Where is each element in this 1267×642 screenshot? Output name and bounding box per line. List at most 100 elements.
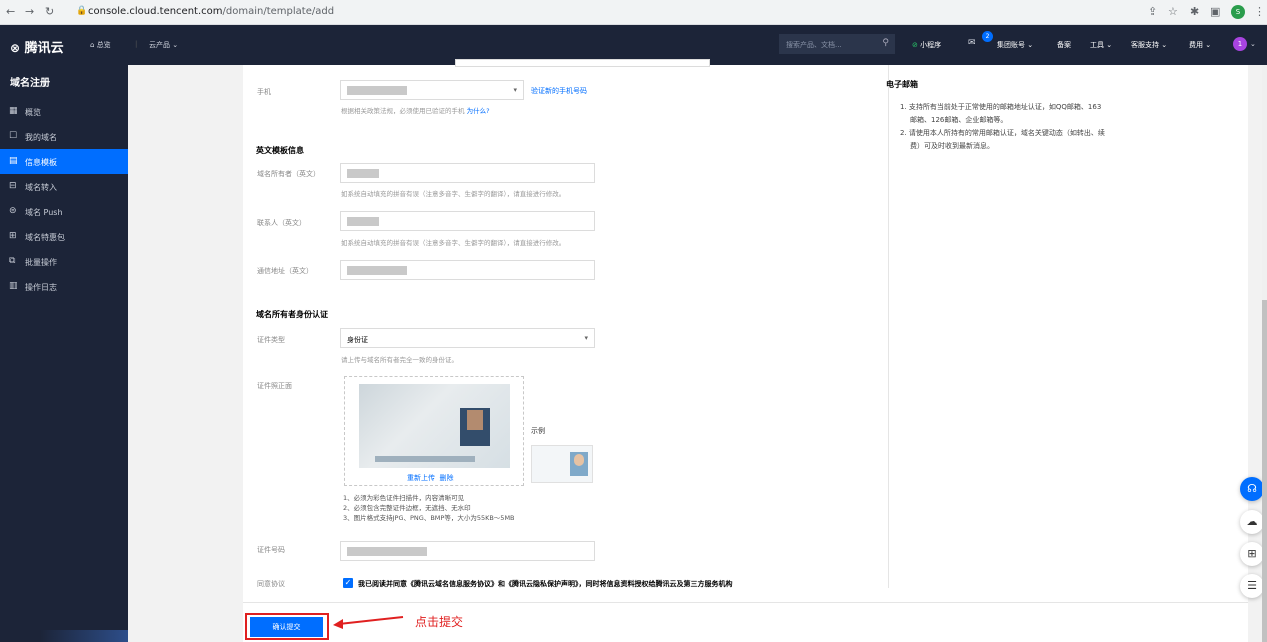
id-face-redacted: [467, 410, 483, 430]
scrollbar-thumb[interactable]: [1262, 300, 1267, 642]
user-avatar[interactable]: 1: [1233, 37, 1247, 51]
sidebar-item-logs[interactable]: ▥ 操作日志: [0, 274, 128, 299]
transfer-icon: ⊟: [9, 181, 17, 191]
cert-type-hint: 请上传与域名所有者完全一致的身份证。: [341, 356, 458, 364]
reupload-link[interactable]: 重新上传: [407, 474, 435, 482]
search-box[interactable]: 搜索产品、文档... ⚲: [779, 34, 895, 54]
home-icon: ⌂: [90, 41, 95, 49]
back-icon[interactable]: ←: [6, 5, 15, 18]
gift-icon: ⊞: [9, 231, 17, 241]
example-label: 示例: [531, 427, 545, 435]
sidebar-item-special-package[interactable]: ⊞ 域名特惠包: [0, 224, 128, 249]
id-card-image: [359, 384, 510, 468]
contact-en-input[interactable]: [340, 211, 595, 231]
contact-en-label: 联系人（英文）: [257, 219, 306, 227]
owner-en-input[interactable]: [340, 163, 595, 183]
share-icon[interactable]: ⇪: [1148, 5, 1157, 18]
tools-menu[interactable]: 工具 ⌄: [1090, 40, 1112, 50]
sidebar-item-overview[interactable]: ▦ 概览: [0, 99, 128, 124]
chevron-down-icon[interactable]: ⌄: [1250, 40, 1256, 48]
tencent-cloud-logo[interactable]: ⊗ 腾讯云: [10, 37, 64, 56]
customer-service-icon[interactable]: ☊: [1240, 477, 1264, 501]
sidebar-item-batch[interactable]: ⧉ 批量操作: [0, 249, 128, 274]
sidebar-item-info-template[interactable]: ▤ 信息模板: [0, 149, 128, 174]
lock-icon: 🔒: [76, 6, 88, 16]
verify-new-phone-link[interactable]: 验证新的手机号码: [531, 86, 587, 96]
mini-program-link[interactable]: ⊘ 小程序: [912, 40, 941, 50]
filing-link[interactable]: 备案: [1057, 40, 1071, 50]
sidepanel-icon[interactable]: ▣: [1210, 5, 1220, 18]
sidebar-item-push[interactable]: ⊜ 域名 Push: [0, 199, 128, 224]
cert-type-select[interactable]: 身份证 ▾: [340, 328, 595, 348]
example-id-card[interactable]: [531, 445, 593, 483]
billing-menu[interactable]: 费用 ⌄: [1189, 40, 1211, 50]
sidebar-footer-decoration: [40, 630, 128, 642]
owner-en-label: 域名所有者（英文）: [257, 170, 320, 178]
caret-down-icon: ▾: [513, 86, 517, 94]
annotation-arrow-icon: [333, 616, 404, 629]
main-content: 手机 ▾ 验证新的手机号码 根据相关政策法规，必须使用已验证的手机 为什么? 英…: [128, 59, 1267, 642]
list-icon[interactable]: ☰: [1240, 574, 1264, 598]
grid-icon: ▦: [9, 106, 18, 116]
support-menu[interactable]: 客服支持 ⌄: [1131, 40, 1167, 50]
reload-icon[interactable]: ↻: [45, 5, 54, 18]
form-card: 手机 ▾ 验证新的手机号码 根据相关政策法规，必须使用已验证的手机 为什么? 英…: [243, 59, 1248, 642]
why-link[interactable]: 为什么?: [467, 107, 490, 115]
owner-en-value-redacted: [347, 169, 379, 178]
sidebar-item-transfer-in[interactable]: ⊟ 域名转入: [0, 174, 128, 199]
sidebar-title: 域名注册: [10, 78, 50, 89]
sidebar: 域名注册 ▦ 概览 ☐ 我的域名 ▤ 信息模板 ⊟ 域名转入 ⊜ 域名 Push ⊞ 域名特…: [0, 65, 128, 642]
identity-section-title: 域名所有者身份认证: [256, 310, 328, 319]
cert-number-redacted: [347, 547, 427, 556]
bookmark-star-icon[interactable]: ☆: [1168, 5, 1178, 18]
contact-en-hint: 如系统自动填充的拼音有误（注意多音字、生僻字的翻译），请直接进行修改。: [341, 239, 566, 247]
push-icon: ⊜: [9, 206, 17, 216]
mini-program-icon: ⊘: [912, 41, 918, 49]
address-en-value-redacted: [347, 266, 407, 275]
cert-front-label: 证件照正面: [257, 382, 292, 390]
panel-divider: [888, 65, 889, 588]
address-en-input[interactable]: [340, 260, 595, 280]
message-badge: 2: [982, 31, 993, 42]
profile-avatar[interactable]: S: [1231, 5, 1245, 19]
delete-link[interactable]: 删除: [439, 474, 453, 482]
url-text[interactable]: console.cloud.tencent.com/domain/templat…: [88, 6, 334, 17]
forward-icon[interactable]: →: [25, 5, 34, 18]
mail-icon[interactable]: ✉: [968, 38, 976, 48]
extensions-icon[interactable]: ✱: [1190, 5, 1199, 18]
phone-label: 手机: [257, 88, 271, 96]
submit-button[interactable]: 确认提交: [250, 617, 323, 637]
cert-number-input[interactable]: [340, 541, 595, 561]
contact-en-value-redacted: [347, 217, 379, 226]
annotation-text: 点击提交: [415, 615, 464, 629]
book-icon[interactable]: ⊞: [1240, 542, 1264, 566]
agree-label: 同意协议: [257, 580, 285, 588]
sidebar-item-my-domains[interactable]: ☐ 我的域名: [0, 124, 128, 149]
caret-down-icon: ▾: [584, 334, 588, 342]
upload-requirements: 1、必须为彩色证件扫描件，内容清晰可见 2、必须包含完整证件边框，无遮挡、无水印…: [343, 494, 515, 522]
cert-number-label: 证件号码: [257, 546, 285, 554]
owner-en-hint: 如系统自动填充的拼音有误（注意多音字、生僻字的翻译），请直接进行修改。: [341, 190, 566, 198]
agree-text: 我已阅读并同意《腾讯云域名信息服务协议》和《腾讯云隐私保护声明》，同时将信息资料…: [358, 580, 733, 588]
phone-value-redacted: [347, 86, 407, 95]
divider: |: [135, 40, 138, 48]
search-icon[interactable]: ⚲: [882, 38, 889, 48]
products-menu[interactable]: 云产品 ⌄: [149, 40, 178, 50]
calendar-icon: ▥: [9, 281, 18, 291]
phone-select[interactable]: ▾: [340, 80, 524, 100]
agree-checkbox[interactable]: ✓: [343, 578, 353, 588]
english-section-title: 英文模板信息: [256, 146, 304, 155]
group-account-menu[interactable]: 集团账号 ⌄: [997, 40, 1033, 50]
previous-input[interactable]: [455, 59, 710, 67]
home-link[interactable]: ⌂ 总览: [90, 40, 111, 50]
menu-icon[interactable]: ⋮: [1254, 5, 1265, 18]
cloud-upload-icon[interactable]: ☁: [1240, 510, 1264, 534]
email-panel-text: 1. 支持所有当前处于正常使用的邮箱地址认证，如QQ邮箱、163 邮箱、126邮…: [900, 103, 1105, 150]
email-panel-title: 电子邮箱: [886, 80, 918, 89]
cert-upload-area[interactable]: 重新上传 删除: [344, 376, 524, 486]
example-face: [574, 454, 584, 466]
search-input[interactable]: 搜索产品、文档...: [786, 40, 842, 50]
id-number-strip: [375, 456, 475, 462]
address-en-label: 通信地址（英文）: [257, 267, 313, 275]
batch-icon: ⧉: [9, 256, 16, 266]
